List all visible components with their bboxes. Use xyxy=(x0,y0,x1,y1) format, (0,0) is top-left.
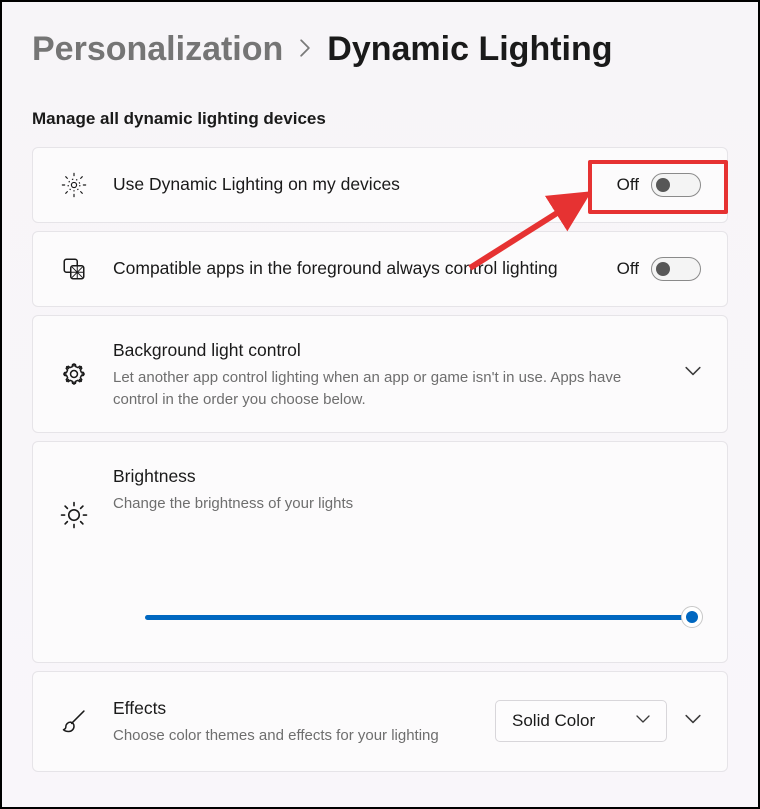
row-compatible-apps: Compatible apps in the foreground always… xyxy=(32,231,728,307)
chevron-down-icon xyxy=(685,711,701,732)
row-subtitle: Choose color themes and effects for your… xyxy=(113,725,471,746)
row-title: Effects xyxy=(113,696,471,721)
row-title: Brightness xyxy=(113,464,701,489)
chevron-down-icon xyxy=(636,711,650,731)
row-brightness: Brightness Change the brightness of your… xyxy=(32,441,728,663)
select-value: Solid Color xyxy=(512,711,595,731)
toggle-use-dynamic-lighting[interactable] xyxy=(651,173,701,197)
row-background-light-control[interactable]: Background light control Let another app… xyxy=(32,315,728,433)
brightness-icon xyxy=(59,500,89,530)
toggle-state-label: Off xyxy=(617,259,639,279)
row-effects[interactable]: Effects Choose color themes and effects … xyxy=(32,671,728,772)
apps-foreground-icon xyxy=(59,254,89,284)
breadcrumb: Personalization Dynamic Lighting xyxy=(32,30,728,69)
chevron-right-icon xyxy=(299,37,311,63)
toggle-state-label: Off xyxy=(617,175,639,195)
dynamic-lighting-icon xyxy=(59,170,89,200)
toggle-compatible-apps[interactable] xyxy=(651,257,701,281)
row-label: Compatible apps in the foreground always… xyxy=(113,256,593,281)
brush-icon xyxy=(59,706,89,736)
breadcrumb-parent[interactable]: Personalization xyxy=(32,30,283,69)
row-title: Background light control xyxy=(113,338,661,363)
row-use-dynamic-lighting: Use Dynamic Lighting on my devices Off xyxy=(32,147,728,223)
chevron-down-icon xyxy=(685,363,701,384)
row-subtitle: Change the brightness of your lights xyxy=(113,493,701,514)
row-subtitle: Let another app control lighting when an… xyxy=(113,367,661,410)
row-label: Use Dynamic Lighting on my devices xyxy=(113,172,593,197)
section-title: Manage all dynamic lighting devices xyxy=(32,109,728,129)
gear-icon xyxy=(59,359,89,389)
breadcrumb-current: Dynamic Lighting xyxy=(327,30,612,69)
slider-thumb[interactable] xyxy=(681,606,703,628)
effects-select[interactable]: Solid Color xyxy=(495,700,667,742)
brightness-slider[interactable] xyxy=(145,606,701,628)
